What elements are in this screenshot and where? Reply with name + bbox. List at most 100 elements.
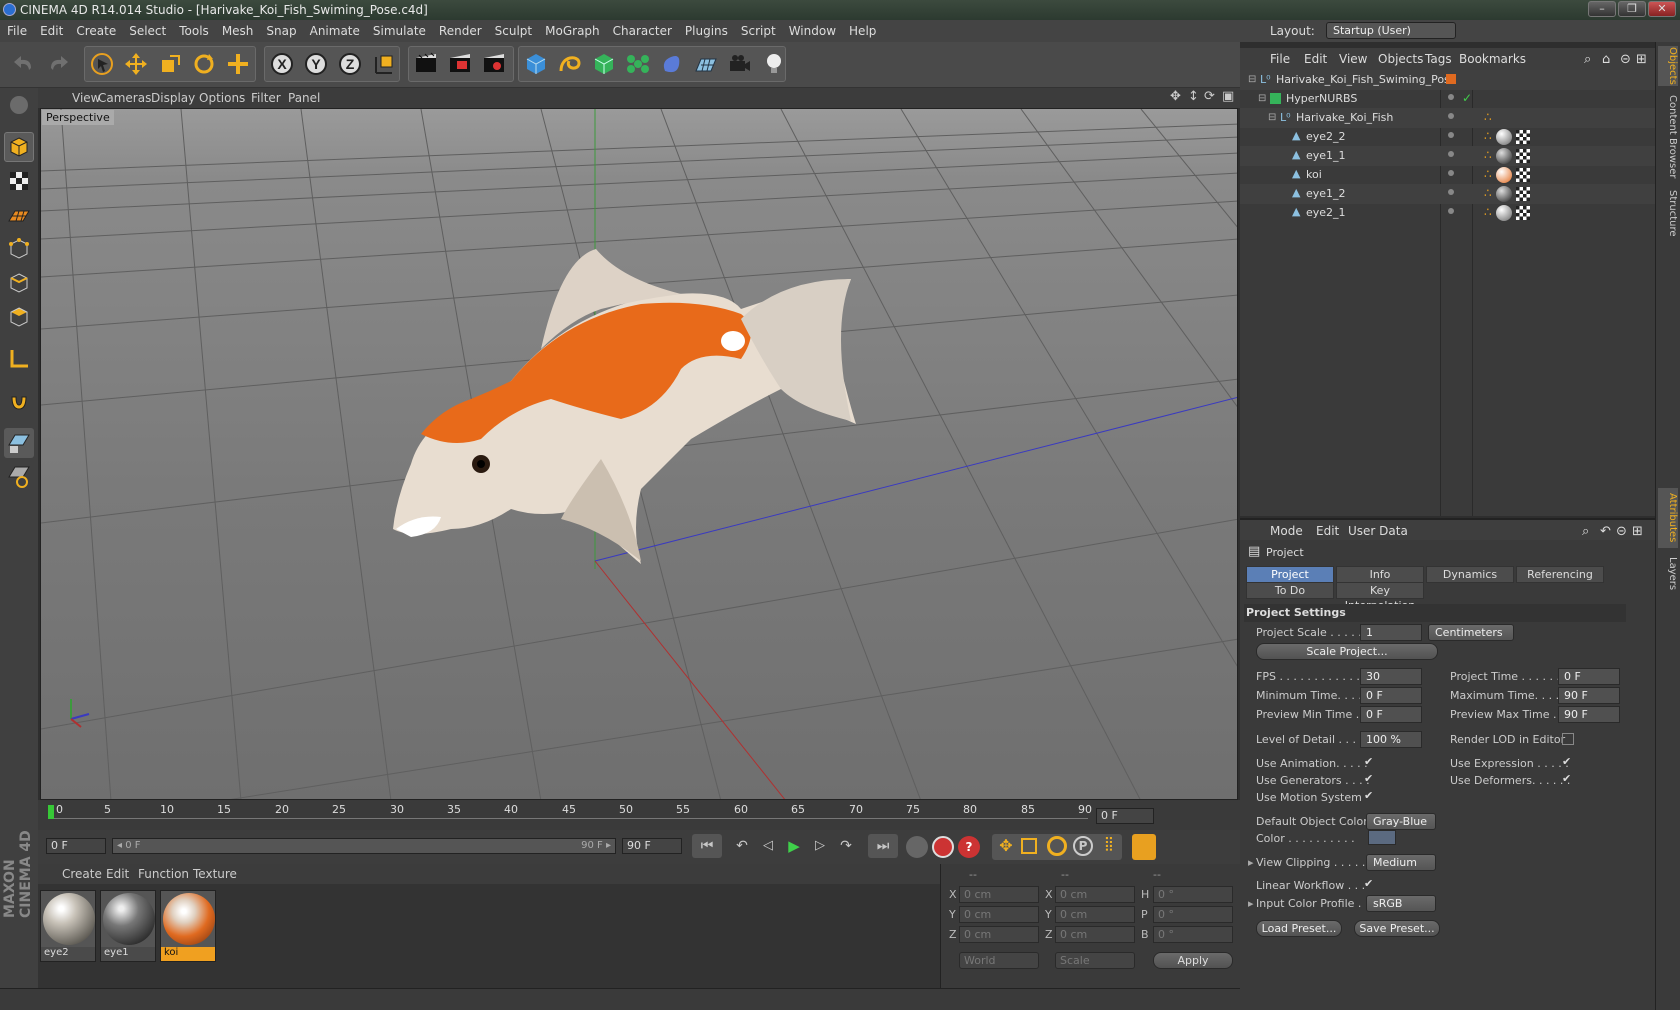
project-scale-field[interactable]: 1: [1360, 624, 1422, 641]
texture-mode-icon[interactable]: [4, 166, 34, 196]
z-axis-icon[interactable]: Z: [334, 48, 366, 80]
size-y-field[interactable]: 0 cm: [1055, 906, 1135, 923]
tree-item-eye1_2[interactable]: ▲ eye1_2 ∴: [1240, 184, 1655, 204]
visibility-dot-icon[interactable]: [1448, 189, 1454, 195]
phong-tag-icon[interactable]: ∴: [1484, 167, 1492, 181]
timeline-playhead[interactable]: [48, 805, 54, 819]
rotation-h-field[interactable]: 0 °: [1153, 886, 1233, 903]
preview-min-field[interactable]: 0 F: [1360, 706, 1422, 723]
planar-workplane-icon[interactable]: [4, 462, 34, 492]
position-y-field[interactable]: 0 cm: [959, 906, 1039, 923]
camera-icon[interactable]: [724, 48, 756, 80]
size-x-field[interactable]: 0 cm: [1055, 886, 1135, 903]
timeline-frame-field[interactable]: 0 F: [1096, 808, 1154, 824]
render-lod-checkbox[interactable]: [1562, 733, 1574, 745]
menu-tools[interactable]: Tools: [172, 20, 215, 38]
max-frame-field[interactable]: 90 F: [622, 838, 682, 854]
tab-project-settings[interactable]: Project Settings: [1246, 566, 1334, 596]
project-time-field[interactable]: 0 F: [1558, 668, 1620, 685]
lod-field[interactable]: 100 %: [1360, 731, 1422, 748]
timeline-window-icon[interactable]: [1132, 834, 1156, 860]
objects-menu-objects[interactable]: Objects: [1378, 52, 1423, 66]
use-expression-checkbox[interactable]: ✔: [1562, 756, 1574, 768]
new-panel-icon[interactable]: ⊞: [1636, 52, 1647, 67]
objects-menu-file[interactable]: File: [1270, 52, 1290, 66]
phong-tag-icon[interactable]: ∴: [1484, 110, 1492, 124]
material-tag-icon[interactable]: [1496, 186, 1512, 202]
objects-menu-edit[interactable]: Edit: [1304, 52, 1327, 66]
menu-animate[interactable]: Animate: [303, 20, 366, 38]
collapse-icon[interactable]: ⊟: [1248, 74, 1256, 85]
input-color-profile-dropdown[interactable]: sRGB: [1366, 895, 1436, 912]
live-selection-icon[interactable]: [86, 48, 118, 80]
visibility-dot-icon[interactable]: [1448, 170, 1454, 176]
material-eye1[interactable]: eye1: [100, 890, 156, 962]
goto-start-icon[interactable]: ⏮: [692, 834, 722, 858]
attributes-menu-mode[interactable]: Mode: [1270, 524, 1303, 538]
auto-key-icon[interactable]: [932, 836, 954, 858]
menu-plugins[interactable]: Plugins: [678, 20, 734, 38]
goto-end-icon[interactable]: ⏭: [868, 834, 898, 858]
side-tab-layers[interactable]: Layers: [1658, 554, 1678, 594]
tab-referencing[interactable]: Referencing: [1516, 566, 1604, 583]
key-parameter-icon[interactable]: P: [1073, 836, 1093, 856]
model-mode-icon[interactable]: [4, 132, 34, 162]
timeline-ruler[interactable]: 0 5 10 15 20 25 30 35 40 45 50 55 60 65 …: [38, 800, 1240, 830]
next-key-icon[interactable]: ↷: [834, 834, 858, 858]
make-editable-icon[interactable]: [4, 90, 34, 120]
key-scale-icon[interactable]: [1021, 838, 1037, 854]
use-animation-checkbox[interactable]: ✔: [1364, 756, 1376, 768]
visibility-dot-icon[interactable]: [1448, 113, 1454, 119]
current-frame-field[interactable]: 0 F: [46, 838, 106, 854]
3d-viewport[interactable]: [40, 108, 1238, 800]
menu-help[interactable]: Help: [842, 20, 882, 38]
visibility-dot-icon[interactable]: [1448, 208, 1454, 214]
viewport-move-icon[interactable]: ✥: [1170, 89, 1181, 104]
material-tag-icon[interactable]: [1496, 129, 1512, 145]
material-tag-icon[interactable]: [1496, 205, 1512, 221]
minimize-button[interactable]: –: [1588, 1, 1616, 17]
prev-frame-icon[interactable]: ◁: [756, 834, 780, 858]
material-menu-create[interactable]: Create: [62, 867, 102, 881]
uvw-tag-icon[interactable]: [1516, 206, 1530, 220]
menu-file[interactable]: File: [0, 20, 33, 38]
rotation-b-field[interactable]: 0 °: [1153, 926, 1233, 943]
render-picture-viewer-icon[interactable]: [444, 48, 476, 80]
cube-icon[interactable]: [520, 48, 552, 80]
menu-script[interactable]: Script: [734, 20, 782, 38]
attributes-menu-edit[interactable]: Edit: [1316, 524, 1339, 538]
tree-item-eye2_2[interactable]: ▲ eye2_2 ∴: [1240, 127, 1655, 147]
position-x-field[interactable]: 0 cm: [959, 886, 1039, 903]
search-icon[interactable]: ⌕: [1584, 52, 1591, 67]
search-icon[interactable]: ⌕: [1582, 524, 1589, 539]
coord-system-dropdown[interactable]: World: [959, 952, 1039, 969]
keyframe-selection-icon[interactable]: ?: [958, 836, 980, 858]
move-icon[interactable]: [120, 48, 152, 80]
undo-icon[interactable]: [8, 48, 40, 80]
phong-tag-icon[interactable]: ∴: [1484, 205, 1492, 219]
expand-arrow-icon[interactable]: ▸: [1248, 897, 1254, 910]
floor-icon[interactable]: [690, 48, 722, 80]
viewport-menu-panel[interactable]: Panel: [288, 91, 320, 105]
tab-key-interpolation[interactable]: Key Interpolation: [1336, 582, 1424, 612]
lock-icon[interactable]: ⊝: [1620, 52, 1631, 67]
deformer-icon[interactable]: [656, 48, 688, 80]
edges-mode-icon[interactable]: [4, 268, 34, 298]
record-keys-icon[interactable]: [906, 836, 928, 858]
viewport-menu-options[interactable]: Options: [199, 91, 245, 105]
side-tab-attributes[interactable]: Attributes: [1658, 488, 1678, 548]
lock-icon[interactable]: ⊝: [1616, 524, 1627, 539]
side-tab-structure[interactable]: Structure: [1658, 188, 1678, 238]
material-koi[interactable]: koi: [160, 890, 216, 962]
viewport-menu-cameras[interactable]: Cameras: [98, 91, 151, 105]
phong-tag-icon[interactable]: ∴: [1484, 186, 1492, 200]
viewport-menu-filter[interactable]: Filter: [251, 91, 281, 105]
maximize-button[interactable]: ❐: [1618, 1, 1646, 17]
y-axis-icon[interactable]: Y: [300, 48, 332, 80]
prev-key-icon[interactable]: ↶: [730, 834, 754, 858]
mograph-cloner-icon[interactable]: [622, 48, 654, 80]
tree-item-hypernurbs[interactable]: ⊟ HyperNURBS ✓: [1240, 89, 1655, 109]
close-button[interactable]: ✕: [1648, 1, 1676, 17]
range-slider[interactable]: ◂ 0 F 90 F ▸: [112, 838, 616, 854]
axis-mode-icon[interactable]: [4, 344, 34, 374]
